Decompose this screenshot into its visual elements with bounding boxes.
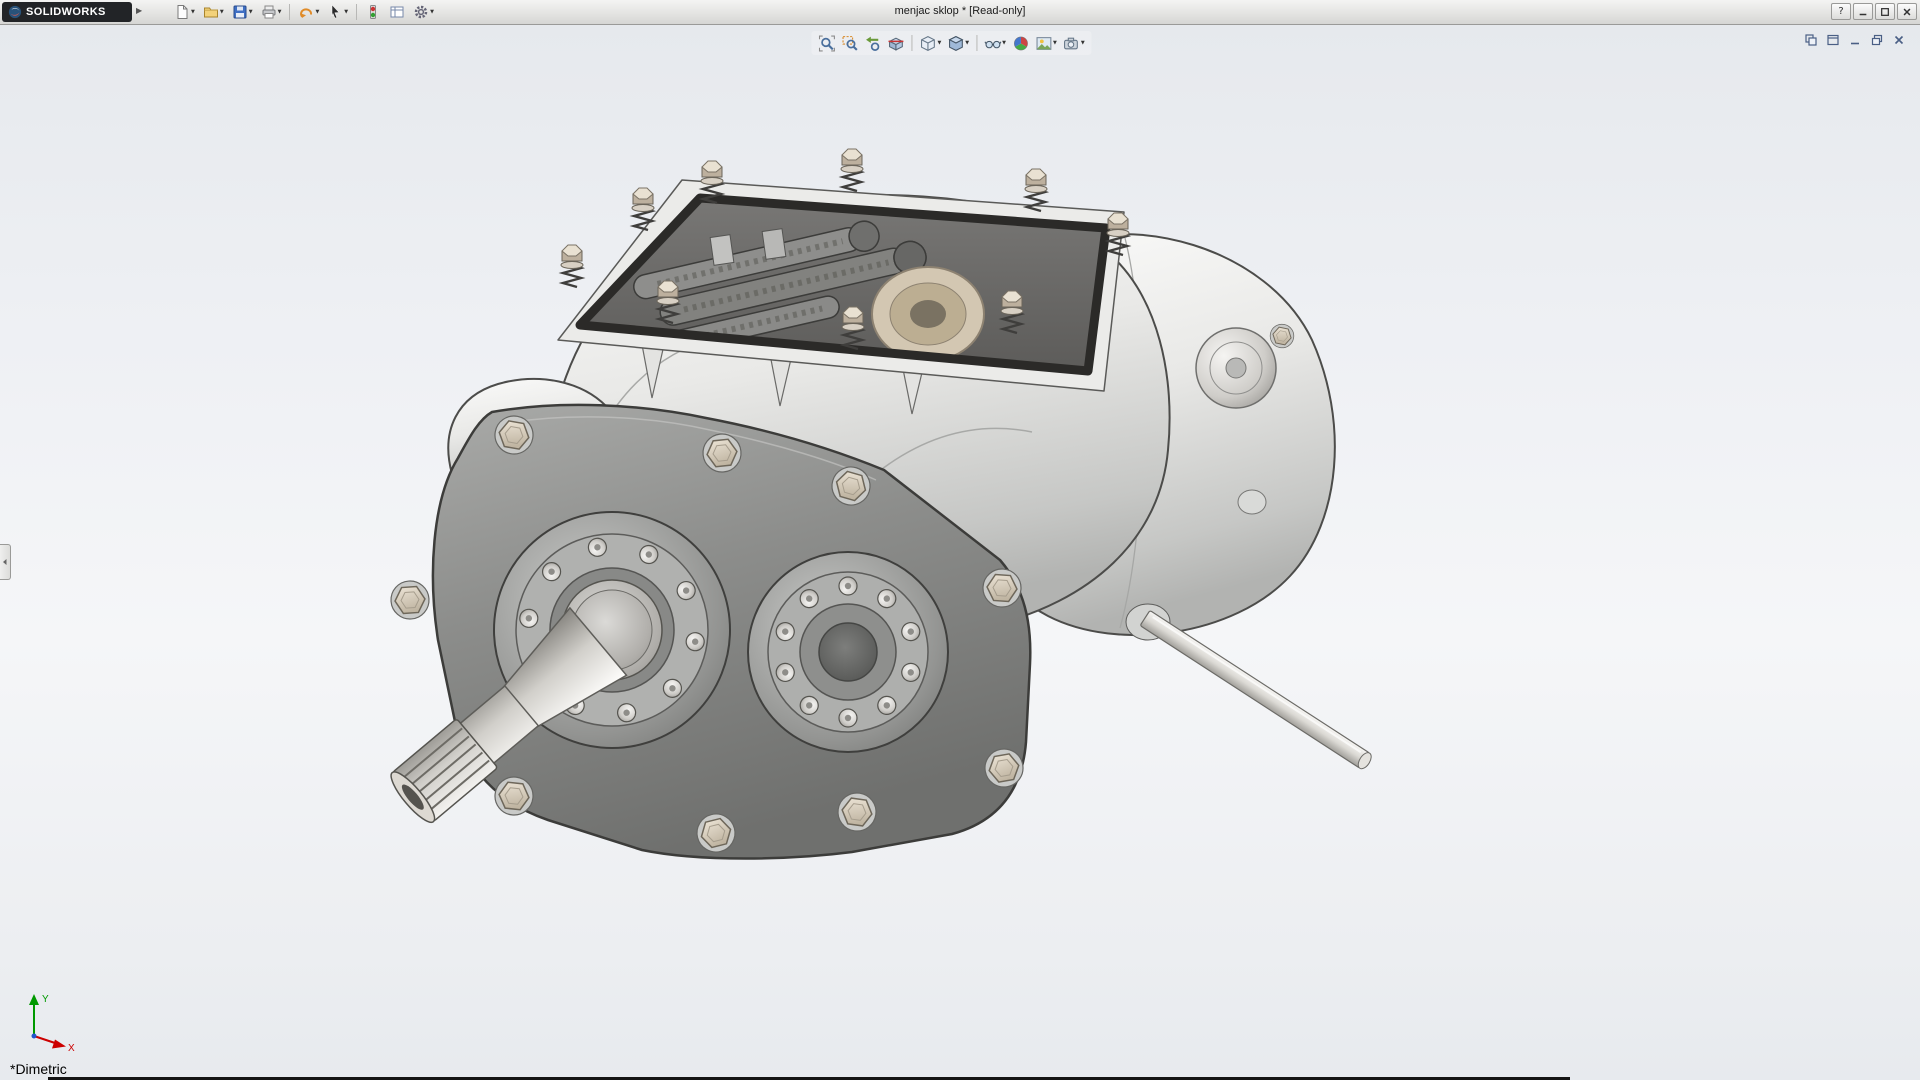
- close-button[interactable]: [1897, 3, 1917, 20]
- featuremanager-collapsed-tab[interactable]: [0, 544, 11, 580]
- collapse-arrow-icon: [1, 558, 9, 566]
- toolbar-separator: [911, 35, 912, 51]
- zoom-to-fit-button[interactable]: [815, 32, 838, 54]
- options-button[interactable]: ▼: [409, 2, 438, 22]
- gearbox-model[interactable]: [0, 24, 1920, 1080]
- dropdown-caret-icon[interactable]: ▼: [1081, 41, 1085, 46]
- save-button[interactable]: ▼: [228, 2, 257, 22]
- dropdown-caret-icon[interactable]: ▼: [965, 41, 969, 46]
- headsup-icon: [1063, 35, 1080, 52]
- toolbar-separator: [976, 35, 977, 51]
- headsup-icon: [947, 35, 964, 52]
- triad-x-label: X: [68, 1043, 75, 1052]
- dropdown-caret-icon[interactable]: ▼: [315, 10, 319, 15]
- toolbar-icon: [389, 4, 405, 20]
- window-title: menjac sklop * [Read-only]: [895, 5, 1026, 17]
- dassault-3ds-icon: [8, 5, 22, 19]
- output-shaft[interactable]: [1140, 610, 1374, 771]
- triad-y-label: Y: [42, 994, 49, 1005]
- document-window-controls: [1802, 32, 1908, 48]
- titlebar-toolbar: ▼ ▼ ▼ ▼ ▼: [170, 1, 438, 23]
- maximize-button[interactable]: [1875, 3, 1895, 20]
- toolbar-icon: [365, 4, 381, 20]
- headsup-icon: [984, 35, 1001, 52]
- doc-minimize-button[interactable]: [1846, 32, 1864, 48]
- menu-flyout-arrow[interactable]: ▶: [136, 6, 142, 15]
- zoom-to-area-button[interactable]: [838, 32, 861, 54]
- file-properties-button[interactable]: [385, 2, 409, 22]
- headsup-icon: [919, 35, 936, 52]
- solidworks-window: SOLIDWORKS ▶ ▼ ▼ ▼: [0, 0, 1920, 1080]
- dropdown-caret-icon[interactable]: ▼: [249, 10, 253, 15]
- dropdown-caret-icon[interactable]: ▼: [191, 10, 195, 15]
- title-bar: SOLIDWORKS ▶ ▼ ▼ ▼: [0, 0, 1920, 25]
- select-button[interactable]: ▼: [323, 2, 352, 22]
- dropdown-caret-icon[interactable]: ▼: [220, 10, 224, 15]
- toolbar-icon: [413, 4, 429, 20]
- doc-close-button[interactable]: [1890, 32, 1908, 48]
- doc-restore-button[interactable]: [1868, 32, 1886, 48]
- triad-y-arrow-icon[interactable]: [29, 994, 39, 1005]
- viewport-split-button[interactable]: [1802, 32, 1820, 48]
- help-button[interactable]: ?: [1831, 3, 1851, 20]
- minimize-button[interactable]: [1853, 3, 1873, 20]
- solidworks-logo: SOLIDWORKS: [2, 2, 132, 22]
- toolbar-icon: [232, 4, 248, 20]
- edit-appearance-button[interactable]: [1009, 32, 1032, 54]
- print-button[interactable]: ▼: [257, 2, 286, 22]
- toolbar-icon: [261, 4, 277, 20]
- dropdown-caret-icon[interactable]: ▼: [344, 10, 348, 15]
- headsup-icon: [818, 35, 835, 52]
- view-settings-button[interactable]: ▼: [1060, 32, 1088, 54]
- headsup-icon: [1035, 35, 1052, 52]
- view-orientation-button[interactable]: ▼: [916, 32, 944, 54]
- new-document-button[interactable]: ▼: [170, 2, 199, 22]
- previous-view-button[interactable]: [861, 32, 884, 54]
- window-controls: ?: [1831, 3, 1917, 20]
- dropdown-caret-icon[interactable]: ▼: [278, 10, 282, 15]
- headsup-icon: [864, 35, 881, 52]
- reference-triad[interactable]: Y X: [14, 988, 84, 1052]
- triad-z-origin-icon[interactable]: [32, 1034, 37, 1039]
- toolbar-icon: [327, 4, 343, 20]
- headsup-icon: [841, 35, 858, 52]
- orientation-label: *Dimetric: [10, 1061, 67, 1077]
- open-button[interactable]: ▼: [199, 2, 228, 22]
- headsup-icon: [1012, 35, 1029, 52]
- dropdown-caret-icon[interactable]: ▼: [1053, 41, 1057, 46]
- toolbar-icon: [298, 4, 314, 20]
- undo-button[interactable]: ▼: [294, 2, 323, 22]
- brand-name: SOLIDWORKS: [26, 6, 106, 18]
- dropdown-caret-icon[interactable]: ▼: [937, 41, 941, 46]
- triad-x-arrow-icon[interactable]: [52, 1040, 66, 1049]
- gearbox-assembly[interactable]: [378, 149, 1374, 859]
- display-style-button[interactable]: ▼: [944, 32, 972, 54]
- toolbar-separator: [356, 4, 357, 20]
- heads-up-toolbar: ▼ ▼ ▼ ▼: [811, 31, 1091, 55]
- viewport-pane-button[interactable]: [1824, 32, 1842, 48]
- dropdown-caret-icon[interactable]: ▼: [1002, 41, 1006, 46]
- headsup-icon: [887, 35, 904, 52]
- toolbar-icon: [203, 4, 219, 20]
- toolbar-separator: [289, 4, 290, 20]
- dropdown-caret-icon[interactable]: ▼: [430, 10, 434, 15]
- section-view-button[interactable]: [884, 32, 907, 54]
- countershaft-boss[interactable]: [748, 552, 948, 752]
- graphics-viewport[interactable]: ▼ ▼ ▼ ▼: [0, 24, 1920, 1080]
- edit-color-button[interactable]: [361, 2, 385, 22]
- hide-show-items-button[interactable]: ▼: [981, 32, 1009, 54]
- toolbar-icon: [174, 4, 190, 20]
- apply-scene-button[interactable]: ▼: [1032, 32, 1060, 54]
